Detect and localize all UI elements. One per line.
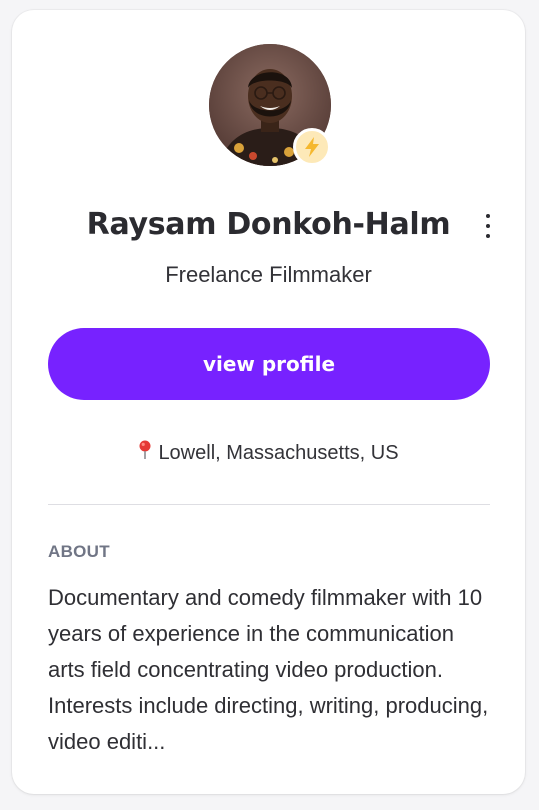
kebab-dot (486, 214, 490, 218)
more-options-icon[interactable] (478, 214, 498, 238)
lightning-icon (305, 137, 319, 157)
kebab-dot (486, 224, 490, 228)
kebab-dot (486, 234, 490, 238)
profile-name: Raysam Donkoh-Halm (86, 207, 451, 242)
avatar-container[interactable] (209, 44, 331, 166)
about-text: Documentary and comedy filmmaker with 10… (48, 585, 489, 754)
profile-title: Freelance Filmmaker (165, 262, 372, 287)
lightning-badge (293, 128, 331, 166)
divider (48, 504, 490, 505)
location-text: Lowell, Massachusetts, US (158, 442, 399, 464)
location: Lowell, Massachusetts, US (12, 438, 525, 469)
view-profile-button[interactable]: view profile (48, 328, 490, 400)
profile-card: Raysam Donkoh-Halm Freelance Filmmaker v… (12, 10, 525, 794)
about-heading: ABOUT (48, 542, 110, 561)
name-row: Raysam Donkoh-Halm (12, 200, 525, 250)
location-pin-icon (138, 439, 152, 469)
